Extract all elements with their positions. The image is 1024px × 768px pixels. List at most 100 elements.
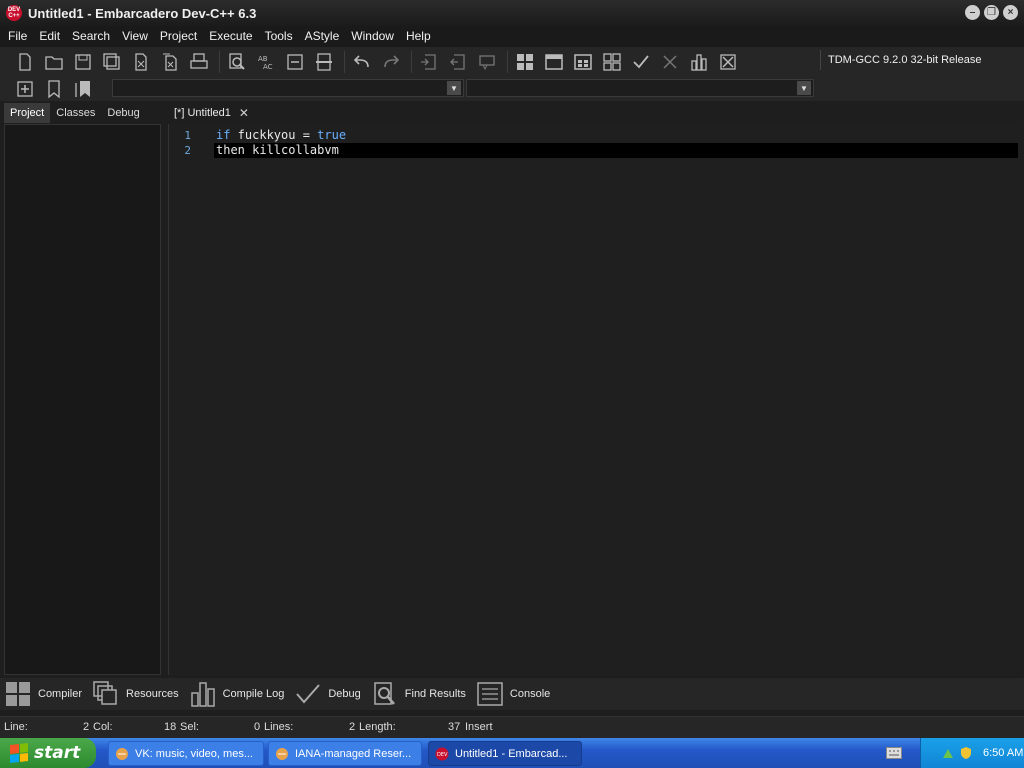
menu-search[interactable]: Search (66, 26, 116, 47)
menu-file[interactable]: File (2, 26, 33, 47)
menu-project[interactable]: Project (154, 26, 203, 47)
menu-window[interactable]: Window (345, 26, 400, 47)
tab-label: Compile Log (222, 688, 285, 700)
compile-grid-icon (517, 54, 533, 70)
print-button[interactable] (186, 50, 212, 74)
tab-debug[interactable]: Debug (101, 103, 145, 123)
security-shield-icon[interactable] (959, 746, 973, 760)
redo-button[interactable] (378, 50, 404, 74)
tab-compiler[interactable]: Compiler (4, 679, 92, 709)
tab-project[interactable]: Project (4, 103, 51, 123)
start-button[interactable]: start (0, 738, 96, 768)
tab-console[interactable]: Console (476, 679, 560, 709)
code-line[interactable]: if fuckkyou = true (214, 128, 1018, 143)
line-number-gutter: 1 2 (169, 128, 199, 158)
tab-label: Console (509, 688, 551, 700)
close-all-button[interactable] (157, 50, 183, 74)
search-icon (374, 682, 395, 705)
window-controls: – ❐ × (965, 5, 1018, 20)
close-file-button[interactable] (128, 50, 154, 74)
find-button[interactable] (224, 50, 250, 74)
delete-profile-button[interactable] (715, 50, 741, 74)
menu-help[interactable]: Help (400, 26, 437, 47)
split-icon (316, 53, 332, 71)
comment-button[interactable] (474, 50, 500, 74)
unindent-button[interactable] (445, 50, 471, 74)
taskbar-item-vk[interactable]: VK: music, video, mes... (108, 741, 264, 766)
compile-button[interactable] (512, 50, 538, 74)
close-button[interactable]: × (1003, 5, 1018, 20)
class-combo[interactable]: ▼ (112, 79, 464, 97)
tab-compile-log[interactable]: Compile Log (189, 679, 295, 709)
menu-execute[interactable]: Execute (203, 26, 258, 47)
status-line-value: 2 (83, 721, 90, 733)
status-length-label: Length: (359, 721, 396, 733)
profile-button[interactable] (686, 50, 712, 74)
status-sel-value: 0 (254, 721, 261, 733)
chevron-down-icon[interactable]: ▼ (797, 81, 811, 95)
taskbar-item-iana[interactable]: IANA-managed Reser... (268, 741, 422, 766)
tab-find-results[interactable]: Find Results (371, 679, 476, 709)
resources-icon (93, 681, 117, 705)
goto-line-icon (287, 54, 303, 70)
clock[interactable]: 6:50 AM (983, 747, 1023, 759)
console-icon (477, 682, 503, 706)
tab-resources[interactable]: Resources (92, 679, 189, 709)
keyboard-icon[interactable] (886, 747, 902, 759)
browser-icon (276, 747, 288, 760)
minimize-button[interactable]: – (965, 5, 980, 20)
replace-icon: ABAC (258, 55, 273, 71)
taskbar-item-label: IANA-managed Reser... (295, 747, 412, 760)
member-combo[interactable]: ▼ (466, 79, 814, 97)
menu-tools[interactable]: Tools (259, 26, 299, 47)
delete-profile-icon (720, 54, 736, 70)
save-button[interactable] (70, 50, 96, 74)
menu-edit[interactable]: Edit (33, 26, 66, 47)
rebuild-button[interactable] (599, 50, 625, 74)
devcpp-app-icon[interactable]: DEV C++ (6, 5, 22, 21)
compile-run-button[interactable] (570, 50, 596, 74)
chevron-down-icon[interactable]: ▼ (447, 81, 461, 95)
close-icon[interactable]: ✕ (239, 106, 249, 120)
syntax-check-button[interactable] (628, 50, 654, 74)
toolbar-separator (507, 51, 508, 73)
save-all-button[interactable] (99, 50, 125, 74)
search-icon (229, 53, 245, 70)
replace-button[interactable]: AB AC (253, 50, 279, 74)
code-token: fuckkyou = (230, 128, 318, 142)
compiler-select[interactable]: TDM-GCC 9.2.0 32-bit Release (820, 50, 1020, 70)
check-icon (296, 684, 321, 704)
close-all-icon (163, 53, 177, 71)
status-line-label: Line: (4, 721, 28, 733)
menu-astyle[interactable]: AStyle (299, 26, 346, 47)
tab-classes[interactable]: Classes (50, 103, 101, 123)
project-tree-panel[interactable] (4, 124, 161, 675)
restore-button[interactable]: ❐ (984, 5, 999, 20)
toggle-split-button[interactable] (311, 50, 337, 74)
toggle-bookmark-button[interactable] (41, 77, 67, 101)
status-bar: Line: 2 Col: 18 Sel: 0 Lines: 2 Length: … (0, 716, 1024, 738)
new-file-icon (19, 53, 31, 71)
code-editor[interactable]: 1 2 if fuckkyou = true then killcollabvm (168, 124, 1020, 675)
tab-untitled1[interactable]: [*] Untitled1 ✕ (168, 103, 255, 123)
run-button[interactable] (541, 50, 567, 74)
goto-line-button[interactable] (282, 50, 308, 74)
toolbar-separator (219, 51, 220, 73)
undo-button[interactable] (349, 50, 375, 74)
open-button[interactable] (41, 50, 67, 74)
code-area[interactable]: if fuckkyou = true then killcollabvm (214, 128, 1018, 158)
taskbar-item-devcpp[interactable]: DEV Untitled1 - Embarcad... (428, 741, 582, 766)
new-file-button[interactable] (12, 50, 38, 74)
print-icon (190, 53, 208, 69)
insert-button[interactable] (12, 77, 38, 101)
code-line-current[interactable]: then killcollabvm (214, 143, 1018, 158)
goto-bookmark-button[interactable] (70, 77, 96, 101)
tab-label: Resources (126, 688, 179, 700)
stop-execution-button[interactable] (657, 50, 683, 74)
window-title: Untitled1 - Embarcadero Dev-C++ 6.3 (28, 5, 257, 21)
menu-view[interactable]: View (116, 26, 154, 47)
unindent-icon (450, 54, 465, 70)
tab-debug-output[interactable]: Debug (294, 679, 370, 709)
indent-button[interactable] (416, 50, 442, 74)
network-icon[interactable] (941, 746, 955, 760)
